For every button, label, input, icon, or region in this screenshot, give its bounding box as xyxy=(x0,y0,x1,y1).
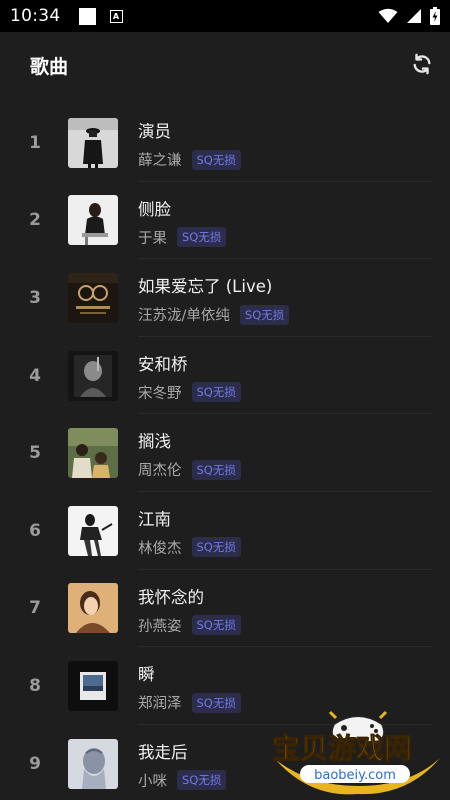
song-info: 我怀念的 孙燕姿 SQ无损 xyxy=(138,584,241,636)
song-info: 我走后 小咪 SQ无损 xyxy=(138,739,227,791)
svg-text:宝贝游戏网: 宝贝游戏网 xyxy=(272,732,412,765)
sq-lossless-badge: SQ无损 xyxy=(177,227,227,248)
song-artist: 于果 xyxy=(138,230,167,247)
song-title: 如果爱忘了 (Live) xyxy=(138,277,273,297)
song-artist: 孙燕姿 xyxy=(138,618,182,635)
refresh-icon xyxy=(413,53,431,75)
song-row[interactable]: 4 安和桥 宋冬野 SQ无损 xyxy=(0,337,450,415)
song-title: 我走后 xyxy=(138,742,188,762)
song-info: 江南 林俊杰 SQ无损 xyxy=(138,506,241,558)
sq-lossless-badge: SQ无损 xyxy=(191,459,241,480)
song-meta: 郑润泽 SQ无损 xyxy=(138,692,241,713)
song-meta: 于果 SQ无损 xyxy=(138,227,227,248)
song-rank: 1 xyxy=(29,132,41,153)
album-cover xyxy=(68,350,118,401)
sq-lossless-badge: SQ无损 xyxy=(191,537,241,558)
song-artist: 薛之谦 xyxy=(138,153,182,169)
song-artist: 小咪 xyxy=(138,773,167,790)
page-title: 歌曲 xyxy=(30,56,69,78)
song-title: 安和桥 xyxy=(138,354,188,374)
song-row[interactable]: 7 我怀念的 孙燕姿 SQ无损 xyxy=(0,570,450,648)
song-artist: 宋冬野 xyxy=(138,385,182,402)
song-info: 搁浅 周杰伦 SQ无损 xyxy=(138,428,241,480)
song-title: 演员 xyxy=(138,122,171,141)
song-list: 1 演员 薛之谦 SQ无损 2 侧脸 于果 SQ无损 3 如果爱忘了 (Live… xyxy=(0,104,450,800)
status-bar: 10:34 A xyxy=(0,0,450,32)
sq-lossless-badge: SQ无损 xyxy=(239,304,290,325)
song-rank: 6 xyxy=(29,520,41,541)
song-artist: 郑润泽 xyxy=(138,696,182,713)
song-info: 演员 薛之谦 SQ无损 xyxy=(138,118,241,170)
sq-lossless-badge: SQ无损 xyxy=(177,770,227,791)
sq-lossless-badge: SQ无损 xyxy=(191,692,241,713)
song-info: 安和桥 宋冬野 SQ无损 xyxy=(138,351,241,403)
song-title: 搁浅 xyxy=(138,432,171,452)
song-rank: 3 xyxy=(29,287,41,308)
song-rank: 7 xyxy=(29,598,41,619)
song-rank: 9 xyxy=(29,753,41,774)
album-cover xyxy=(68,117,118,168)
song-rank: 5 xyxy=(29,443,41,464)
sq-lossless-badge: SQ无损 xyxy=(191,615,241,636)
album-cover xyxy=(68,272,118,323)
battery-charging-icon xyxy=(430,7,440,25)
song-info: 侧脸 于果 SQ无损 xyxy=(138,196,227,248)
album-cover xyxy=(68,505,118,556)
song-meta: 周杰伦 SQ无损 xyxy=(138,459,241,480)
album-cover xyxy=(68,195,118,246)
status-icons xyxy=(378,7,440,25)
song-title: 瞬 xyxy=(138,665,155,685)
song-info: 瞬 郑润泽 SQ无损 xyxy=(138,661,241,713)
song-rank: 2 xyxy=(29,210,41,231)
sq-lossless-badge: SQ无损 xyxy=(191,149,241,170)
song-row[interactable]: 5 搁浅 周杰伦 SQ无损 xyxy=(0,414,450,492)
album-cover xyxy=(68,428,118,479)
song-info: 如果爱忘了 (Live) 汪苏泷/单依纯 SQ无损 xyxy=(138,273,290,325)
refresh-button[interactable] xyxy=(408,50,436,78)
watermark-logo: 宝贝游戏网 baobeiy.com xyxy=(270,702,445,797)
album-cover xyxy=(68,583,118,634)
status-time: 10:34 xyxy=(10,6,61,26)
wifi-icon xyxy=(378,8,398,23)
song-artist: 林俊杰 xyxy=(138,540,182,557)
song-row[interactable]: 3 如果爱忘了 (Live) 汪苏泷/单依纯 SQ无损 xyxy=(0,259,450,337)
app-screen: 10:34 A 歌曲 1 演员 薛之谦 SQ无损 2 侧脸 于果 SQ无损 3 … xyxy=(0,0,450,800)
song-rank: 4 xyxy=(29,365,41,386)
header: 歌曲 xyxy=(0,32,450,98)
album-cover xyxy=(68,738,118,789)
song-meta: 小咪 SQ无损 xyxy=(138,770,227,791)
song-rank: 8 xyxy=(29,675,41,696)
song-title: 侧脸 xyxy=(138,199,171,219)
song-row[interactable]: 2 侧脸 于果 SQ无损 xyxy=(0,182,450,260)
sq-lossless-badge: SQ无损 xyxy=(191,382,241,403)
song-artist: 周杰伦 xyxy=(138,463,182,480)
notification-a-icon: A xyxy=(109,9,123,23)
cell-signal-icon xyxy=(407,9,421,23)
song-meta: 宋冬野 SQ无损 xyxy=(138,382,241,403)
song-row[interactable]: 1 演员 薛之谦 SQ无损 xyxy=(0,104,450,182)
song-row[interactable]: 6 江南 林俊杰 SQ无损 xyxy=(0,492,450,570)
album-cover xyxy=(68,660,118,711)
song-meta: 薛之谦 SQ无损 xyxy=(138,149,241,170)
song-title: 江南 xyxy=(138,509,171,529)
svg-text:baobeiy.com: baobeiy.com xyxy=(314,768,396,783)
song-artist: 汪苏泷/单依纯 xyxy=(138,308,230,325)
song-meta: 汪苏泷/单依纯 SQ无损 xyxy=(138,304,290,325)
song-meta: 孙燕姿 SQ无损 xyxy=(138,615,241,636)
notification-square-icon xyxy=(78,7,96,25)
song-meta: 林俊杰 SQ无损 xyxy=(138,537,241,558)
song-title: 我怀念的 xyxy=(138,587,204,607)
